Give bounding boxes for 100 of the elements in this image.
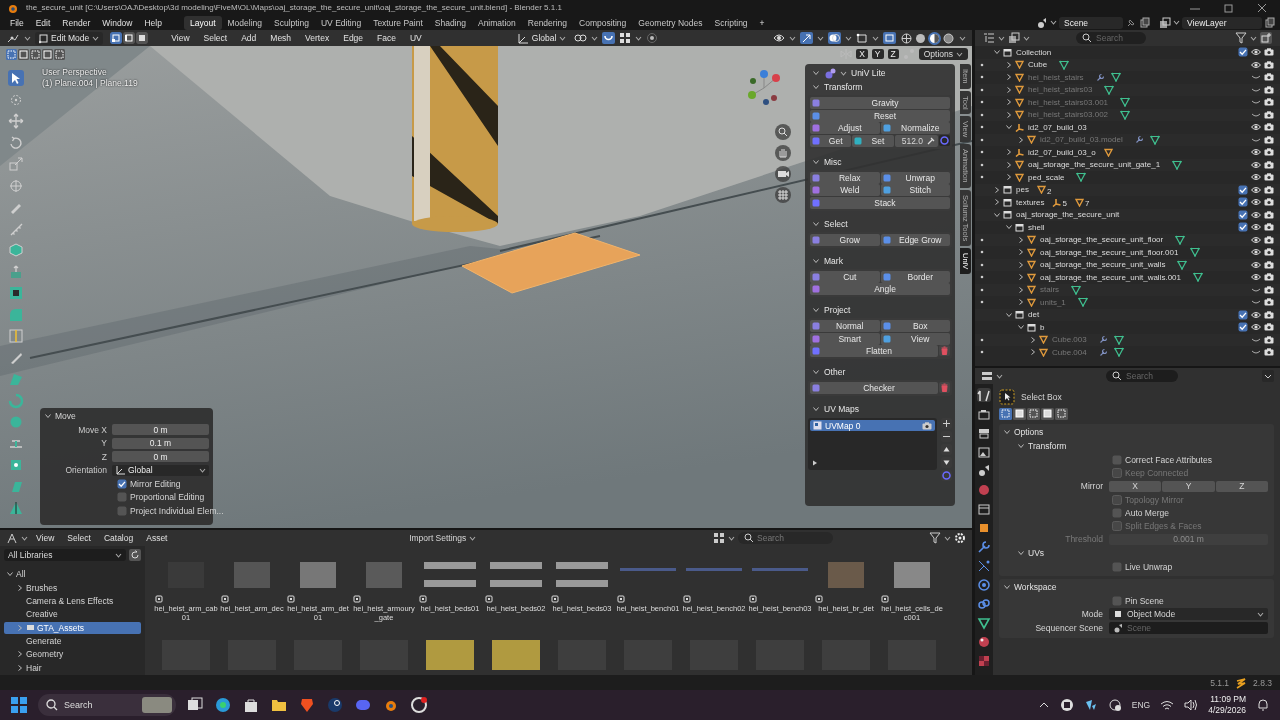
axis-toggle[interactable]: X (856, 49, 868, 59)
import-settings-dropdown[interactable]: Import Settings (409, 533, 477, 543)
menu-item[interactable]: Help (138, 17, 168, 28)
menu-item[interactable]: Add (236, 33, 262, 43)
uv-tool-button[interactable]: Checker (810, 382, 938, 394)
axis-toggle[interactable]: Z (887, 49, 899, 59)
outliner-item[interactable]: oaj_storage_the_secure_unit_walls (1040, 260, 1166, 270)
workspace-tab[interactable]: Scripting (708, 15, 754, 30)
outliner-item[interactable]: Collection (1016, 47, 1052, 57)
outliner-item[interactable]: textures (1016, 197, 1045, 207)
library-tree-item[interactable]: Creative (4, 608, 141, 621)
section-title[interactable]: Project (824, 305, 851, 315)
library-tree-item[interactable]: Camera & Lens Effects (4, 594, 141, 608)
outliner-item[interactable]: oaj_storage_the_secure_unit_walls.001 (1040, 272, 1181, 282)
menu-item[interactable]: View (166, 33, 195, 43)
orientation-dropdown[interactable]: Global (512, 31, 571, 45)
workspace-tab[interactable]: Shading (428, 15, 472, 30)
uv-tool-button[interactable]: Cut (810, 270, 880, 283)
section-title[interactable]: UV Maps (824, 404, 859, 414)
add-workspace-button[interactable]: + (753, 17, 771, 28)
workspace-tab[interactable]: Sculpting (268, 15, 315, 30)
library-tree-item[interactable]: Generate (4, 634, 141, 648)
uv-tool-button[interactable]: Box (880, 320, 950, 332)
mode-dropdown[interactable]: Edit Mode (35, 31, 104, 45)
uv-tool-button[interactable]: Angle (810, 283, 950, 295)
scene-field[interactable]: Scene (1059, 16, 1123, 29)
options-dropdown[interactable]: Options (918, 48, 968, 60)
menu-item[interactable]: View (31, 533, 60, 543)
outliner-item[interactable]: pes (1016, 185, 1029, 195)
outliner-item[interactable]: ped_scale (1028, 172, 1065, 182)
axis-toggle[interactable]: X (1109, 480, 1162, 492)
language-indicator[interactable]: ENG (1131, 700, 1151, 710)
mode-dropdown[interactable]: Object Mode (1109, 608, 1268, 620)
library-tree-item[interactable]: Brushes (4, 581, 141, 594)
uv-tool-button[interactable]: Stitch (880, 184, 950, 196)
workspace-tab[interactable]: Compositing (573, 15, 633, 30)
menu-item[interactable]: Vertex (300, 33, 335, 43)
outliner-item[interactable]: det (1028, 310, 1040, 320)
menu-item[interactable]: Catalog (98, 533, 139, 543)
menu-item[interactable]: UV (405, 33, 427, 43)
outliner-item[interactable]: oaj_storage_the_secure_unit_floor.001 (1040, 247, 1179, 257)
uv-tool-button[interactable]: Relax (810, 171, 880, 184)
section-title[interactable]: Other (824, 367, 846, 377)
search-field[interactable]: Search (38, 694, 176, 716)
panel-title[interactable]: Options (1014, 427, 1044, 437)
outliner-item[interactable]: id2_07_build_03_o (1028, 147, 1096, 157)
number-field[interactable]: 512.0 (894, 134, 938, 147)
menu-item[interactable]: Select (62, 533, 96, 543)
outliner-item[interactable]: oaj_storage_the_secure_unit_gate_1 (1028, 160, 1161, 170)
library-dropdown[interactable]: All Libraries (4, 549, 126, 561)
axis-toggle[interactable]: Z (1215, 480, 1268, 492)
outliner-item[interactable]: oaj_storage_the_secure_unit (1016, 210, 1120, 220)
menu-item[interactable]: Window (96, 17, 139, 28)
menu-item[interactable]: Edge (338, 33, 369, 43)
workspace-tab[interactable]: UV Editing (314, 15, 368, 30)
menu-item[interactable]: Edit (29, 17, 57, 28)
number-field[interactable]: 0 m (112, 424, 209, 435)
axis-toggle[interactable]: Y (1162, 480, 1215, 492)
orientation-dropdown[interactable]: Global (112, 464, 209, 476)
uv-tool-button[interactable]: Weld (810, 184, 880, 196)
menu-item[interactable]: Asset (141, 533, 173, 543)
uv-tool-button[interactable]: Border (880, 270, 950, 283)
menu-item[interactable]: File (4, 17, 30, 28)
outliner-item[interactable]: id2_07_build_03 (1028, 122, 1087, 132)
workspace-tab[interactable]: Modeling (221, 15, 268, 30)
workspace-tab[interactable]: Layout (183, 15, 222, 30)
view-layer-field[interactable]: ViewLayer (1182, 16, 1262, 29)
uv-tool-button[interactable]: Stack (810, 196, 950, 209)
uv-tool-button[interactable]: Set (852, 134, 894, 147)
panel-title[interactable]: Workspace (1014, 582, 1057, 592)
number-field[interactable]: 0 m (112, 451, 209, 462)
uv-tool-button[interactable]: Smart (810, 332, 880, 345)
workspace-tab[interactable]: Animation (471, 15, 522, 30)
uv-tool-button[interactable]: Grow (810, 233, 880, 246)
clock[interactable]: 11:09 PM 4/29/2026 (1208, 694, 1246, 716)
subpanel-title[interactable]: UVs (1028, 548, 1045, 558)
uv-tool-button[interactable]: Flatten (810, 345, 938, 357)
workspace-tab[interactable]: Geometry Nodes (632, 15, 709, 30)
menu-item[interactable]: Render (56, 17, 97, 28)
outliner-item[interactable]: shell (1028, 222, 1045, 232)
uv-tool-button[interactable]: Unwrap (880, 171, 950, 184)
uv-tool-button[interactable]: Edge Grow (880, 233, 950, 246)
library-tree-item[interactable]: GTA_Assets (4, 621, 141, 634)
axis-toggle[interactable]: Y (871, 49, 884, 59)
menu-item[interactable]: Face (372, 33, 401, 43)
section-title[interactable]: Transform (824, 82, 863, 92)
uv-tool-button[interactable]: Normal (810, 320, 880, 332)
uv-tool-button[interactable]: View (880, 332, 950, 345)
workspace-tab[interactable]: Rendering (521, 15, 573, 30)
library-tree-item[interactable]: Hair (4, 661, 141, 674)
menu-item[interactable]: Mesh (265, 33, 297, 43)
uv-tool-button[interactable]: Gravity (810, 97, 950, 109)
uv-tool-button[interactable]: Normalize (880, 122, 950, 134)
outliner-item[interactable]: Cube (1028, 60, 1048, 70)
outliner-item[interactable]: oaj_storage_the_secure_unit_floor (1040, 235, 1164, 245)
library-tree-item[interactable]: Geometry (4, 648, 141, 661)
list-item[interactable]: UVMap 0 (810, 420, 935, 431)
uv-tool-button[interactable]: Reset (810, 109, 950, 122)
outliner-item[interactable]: b (1040, 322, 1045, 332)
number-field[interactable]: 0.1 m (112, 437, 209, 449)
